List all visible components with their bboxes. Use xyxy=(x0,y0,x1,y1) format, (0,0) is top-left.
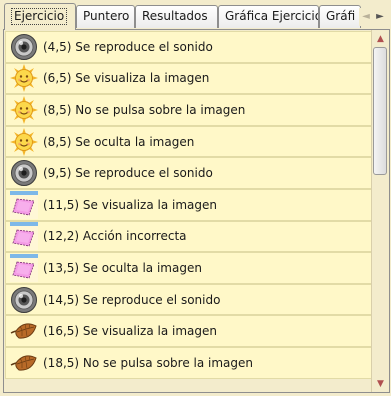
event-text: (11,5) Se visualiza la imagen xyxy=(43,197,217,212)
event-row[interactable]: (12,2) Acción incorrecta xyxy=(5,220,373,253)
tab-label: Gráfica Ejercicio xyxy=(225,9,319,23)
sun-icon xyxy=(10,64,38,93)
event-row[interactable]: (6,5) Se visualiza la imagen xyxy=(5,62,373,95)
event-text: (14,5) Se reproduce el sonido xyxy=(43,292,221,307)
tab-resultados[interactable]: Resultados xyxy=(135,5,218,28)
event-text: (16,5) Se visualiza la imagen xyxy=(43,324,217,339)
event-row[interactable]: (8,5) No se pulsa sobre la imagen xyxy=(5,94,373,126)
event-row[interactable]: (11,5) Se visualiza la imagen xyxy=(5,189,373,221)
event-text: (8,5) Se oculta la imagen xyxy=(43,134,195,149)
leaf-icon xyxy=(10,317,38,345)
event-text: (18,5) No se pulsa sobre la imagen xyxy=(43,355,254,370)
ejercicio-panel: (4,5) Se reproduce el sonido (6,5) Se vis… xyxy=(3,29,390,393)
event-text: (4,5) Se reproduce el sonido xyxy=(43,39,213,54)
event-row[interactable]: (16,5) Se visualiza la imagen xyxy=(5,315,373,347)
tab-ejercicio[interactable]: Ejercicio xyxy=(4,3,76,30)
tab-puntero[interactable]: Puntero xyxy=(76,5,135,28)
tab-grafica-partial[interactable]: Gráfi xyxy=(319,5,361,28)
event-text: (9,5) Se reproduce el sonido xyxy=(43,166,213,181)
scroll-down-button[interactable]: ▼ xyxy=(372,375,389,392)
pink-card-icon xyxy=(10,222,38,251)
event-row[interactable]: (14,5) Se reproduce el sonido xyxy=(5,283,373,316)
tab-scroll-arrows: ◄ ► xyxy=(359,8,389,26)
event-row[interactable]: (13,5) Se oculta la imagen xyxy=(5,252,373,284)
scroll-down-icon: ▼ xyxy=(377,378,384,389)
sun-icon xyxy=(10,95,38,124)
event-text: (6,5) Se visualiza la imagen xyxy=(43,71,210,86)
tab-scroll-left-button[interactable]: ◄ xyxy=(359,8,373,26)
event-row[interactable]: (9,5) Se reproduce el sonido xyxy=(5,157,373,189)
scroll-up-button[interactable]: ▲ xyxy=(372,30,389,47)
speaker-icon xyxy=(10,286,38,314)
vertical-scrollbar[interactable]: ▲ ▼ xyxy=(371,30,389,392)
event-text: (12,2) Acción incorrecta xyxy=(43,229,187,244)
tab-scroll-right-button[interactable]: ► xyxy=(373,8,387,26)
tab-grafica-ejercicio[interactable]: Gráfica Ejercicio xyxy=(218,5,319,28)
event-row[interactable]: (4,5) Se reproduce el sonido xyxy=(5,31,373,63)
tab-label: Gráfi xyxy=(326,9,356,23)
scroll-up-icon: ▲ xyxy=(377,33,384,44)
pink-card-icon xyxy=(10,253,38,282)
tab-label: Puntero xyxy=(83,9,130,23)
speaker-icon xyxy=(10,159,38,187)
pink-card-icon xyxy=(10,190,38,219)
sun-icon xyxy=(10,127,38,156)
event-row[interactable]: (8,5) Se oculta la imagen xyxy=(5,125,373,158)
leaf-icon xyxy=(10,349,38,377)
tab-bar: Ejercicio Puntero Resultados Gráfica Eje… xyxy=(0,0,391,30)
event-row[interactable]: (18,5) No se pulsa sobre la imagen xyxy=(5,347,373,379)
scroll-thumb[interactable] xyxy=(373,47,387,175)
tab-label: Resultados xyxy=(142,9,208,23)
event-list: (4,5) Se reproduce el sonido (6,5) Se vis… xyxy=(5,31,373,391)
event-text: (13,5) Se oculta la imagen xyxy=(43,260,202,275)
tab-label: Ejercicio xyxy=(11,8,68,25)
event-text: (8,5) No se pulsa sobre la imagen xyxy=(43,102,246,117)
speaker-icon xyxy=(10,33,38,61)
